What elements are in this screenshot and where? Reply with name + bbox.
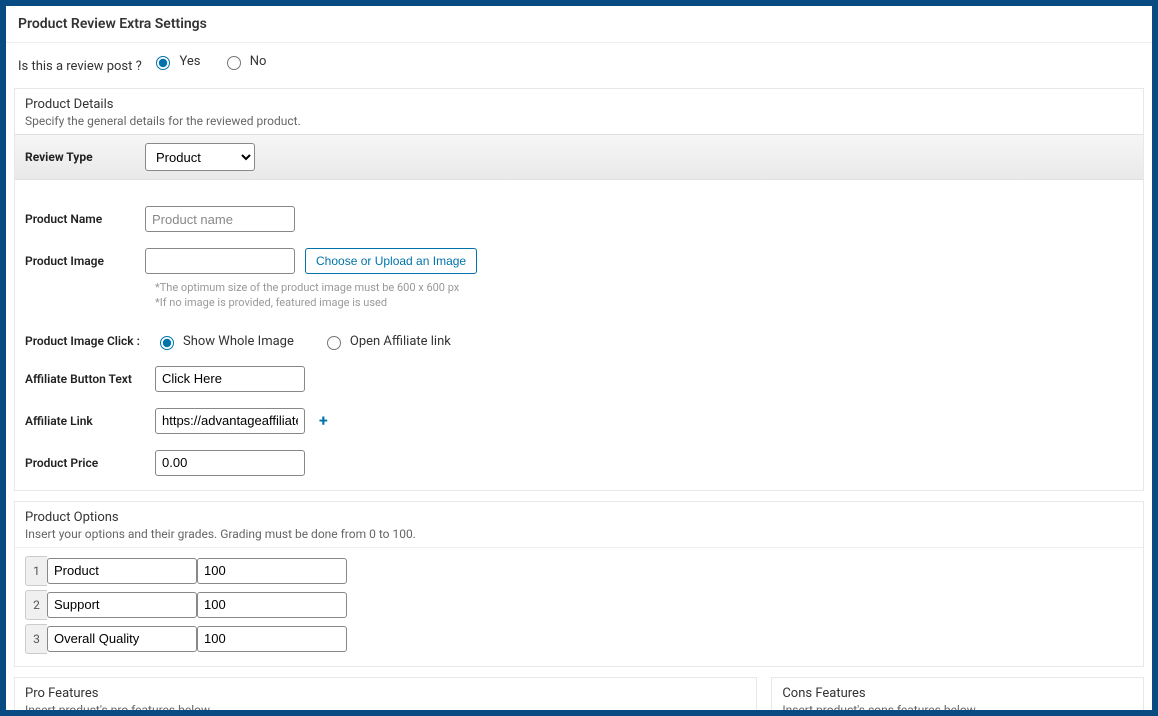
- product-name-input[interactable]: [145, 206, 295, 232]
- open-affiliate-label: Open Affiliate link: [350, 334, 451, 349]
- product-name-label: Product Name: [25, 212, 135, 226]
- option-value-input[interactable]: [197, 558, 347, 584]
- option-number: 1: [25, 556, 47, 586]
- product-price-label: Product Price: [25, 456, 145, 470]
- option-number: 3: [25, 624, 47, 654]
- product-price-input[interactable]: [155, 450, 305, 476]
- product-options-sub: Insert your options and their grades. Gr…: [25, 527, 1133, 541]
- product-options-heading: Product Options: [25, 510, 1133, 525]
- image-click-label: Product Image Click :: [25, 334, 145, 348]
- review-type-bar: Review Type Product: [15, 134, 1143, 180]
- affiliate-link-label: Affiliate Link: [25, 414, 145, 428]
- option-name-input[interactable]: [47, 626, 197, 652]
- product-image-input[interactable]: [145, 248, 295, 274]
- product-options-card: Product Options Insert your options and …: [14, 501, 1144, 667]
- affiliate-btn-text-input[interactable]: [155, 366, 305, 392]
- product-image-label: Product Image: [25, 254, 135, 268]
- settings-panel: Product Review Extra Settings Is this a …: [0, 0, 1158, 716]
- pro-features-card: Pro Features Insert product's pro featur…: [14, 677, 757, 716]
- image-hint-2: *If no image is provided, featured image…: [145, 295, 1143, 316]
- upload-image-button[interactable]: Choose or Upload an Image: [305, 248, 477, 274]
- product-details-sub: Specify the general details for the revi…: [25, 114, 1133, 128]
- option-row: 3: [15, 622, 1143, 656]
- show-whole-image-radio[interactable]: [160, 336, 174, 350]
- open-affiliate-radio[interactable]: [327, 336, 341, 350]
- option-name-input[interactable]: [47, 558, 197, 584]
- affiliate-link-input[interactable]: [155, 408, 305, 434]
- is-review-no-radio[interactable]: [227, 56, 241, 70]
- review-type-select[interactable]: Product: [145, 143, 255, 171]
- is-review-yes-label: Yes: [179, 54, 200, 69]
- cons-sub: Insert product's cons features below.: [782, 703, 1133, 716]
- pro-heading: Pro Features: [25, 686, 746, 701]
- page-title: Product Review Extra Settings: [6, 6, 1152, 43]
- is-review-post-row: Is this a review post ? Yes No: [6, 43, 1152, 84]
- is-review-post-label: Is this a review post ?: [18, 59, 142, 74]
- cons-heading: Cons Features: [782, 686, 1133, 701]
- pro-sub: Insert product's pro features below.: [25, 703, 746, 716]
- option-row: 1: [15, 554, 1143, 588]
- option-value-input[interactable]: [197, 626, 347, 652]
- is-review-no-label: No: [250, 54, 267, 69]
- option-number: 2: [25, 590, 47, 620]
- product-details-heading: Product Details: [25, 97, 1133, 112]
- cons-features-card: Cons Features Insert product's cons feat…: [771, 677, 1144, 716]
- show-whole-image-label: Show Whole Image: [183, 334, 294, 349]
- product-details-card: Product Details Specify the general deta…: [14, 88, 1144, 491]
- review-type-label: Review Type: [25, 150, 135, 164]
- option-row: 2: [15, 588, 1143, 622]
- add-affiliate-link-icon[interactable]: +: [315, 411, 332, 430]
- affiliate-btn-text-label: Affiliate Button Text: [25, 372, 145, 386]
- option-name-input[interactable]: [47, 592, 197, 618]
- is-review-yes-radio[interactable]: [156, 56, 170, 70]
- option-value-input[interactable]: [197, 592, 347, 618]
